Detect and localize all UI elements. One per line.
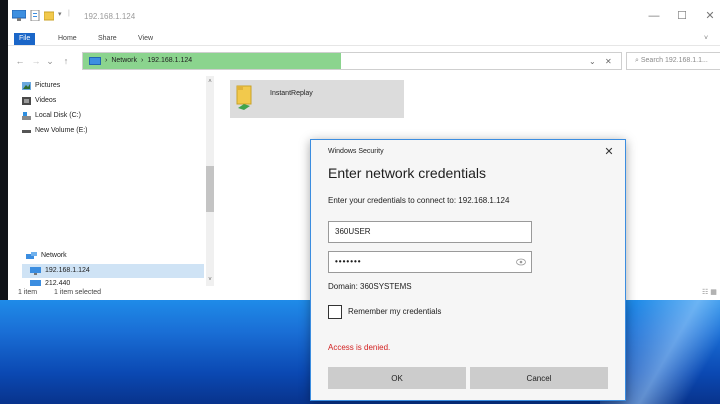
close-button[interactable]: ✕: [700, 8, 720, 24]
recent-locations-button[interactable]: ⌄: [44, 54, 56, 68]
breadcrumb-host[interactable]: 192.168.1.124: [147, 55, 192, 67]
videos-icon: [22, 97, 31, 105]
credentials-dialog: Windows Security ✕ Enter network credent…: [310, 139, 626, 401]
breadcrumb-separator: ›: [105, 57, 108, 64]
password-value: •••••••: [335, 257, 362, 266]
folder-name: InstantReplay: [270, 90, 313, 97]
tab-file[interactable]: File: [14, 33, 36, 45]
dialog-title: Windows Security: [328, 148, 384, 155]
window-title: 192.168.1.124: [84, 12, 136, 21]
network-location-icon: [89, 57, 101, 65]
back-button[interactable]: ←: [14, 54, 26, 68]
up-button[interactable]: ↑: [60, 54, 72, 68]
search-icon: ⌕: [635, 57, 639, 64]
sidebar-item-label: Local Disk (C:): [35, 112, 81, 119]
cancel-button[interactable]: Cancel: [470, 367, 608, 389]
dialog-close-button[interactable]: ✕: [601, 144, 617, 160]
reveal-password-icon[interactable]: [516, 258, 526, 266]
error-message: Access is denied.: [328, 343, 391, 352]
sidebar-item-pictures[interactable]: Pictures: [22, 80, 60, 92]
sidebar-item-local-disk[interactable]: Local Disk (C:): [22, 110, 81, 122]
navigation-pane: Pictures Videos Local Disk (C:) New Volu…: [8, 76, 214, 287]
item-count: 1 item: [18, 289, 38, 296]
breadcrumb: › Network › 192.168.1.124: [89, 55, 192, 67]
view-mode-icon[interactable]: ☷ ▦: [702, 286, 717, 300]
minimize-button[interactable]: —: [644, 8, 664, 24]
dialog-heading: Enter network credentials: [328, 165, 486, 181]
ribbon-tabs: File Home Share View ˅: [8, 32, 720, 46]
address-bar[interactable]: › Network › 192.168.1.124 ⌄ ✕: [82, 52, 622, 70]
dialog-instruction: Enter your credentials to connect to: 19…: [328, 196, 510, 205]
sidebar-item-new-volume[interactable]: New Volume (E:): [22, 125, 88, 137]
username-field[interactable]: 360USER: [328, 221, 532, 243]
customize-quick-access-icon[interactable]: ▾: [58, 10, 62, 21]
nav-scrollbar[interactable]: ˄ ˅: [206, 76, 214, 286]
pictures-icon: [22, 82, 31, 90]
tab-home[interactable]: Home: [52, 33, 83, 45]
scroll-up-icon[interactable]: ˄: [206, 78, 214, 86]
password-field[interactable]: •••••••: [328, 251, 532, 273]
address-dropdown-button[interactable]: ⌄: [589, 56, 596, 68]
forward-button[interactable]: →: [30, 54, 42, 68]
scroll-thumb[interactable]: [206, 166, 214, 212]
sidebar-item-label: Pictures: [35, 82, 61, 89]
tab-share[interactable]: Share: [92, 33, 123, 45]
properties-icon[interactable]: [30, 10, 40, 21]
computer-icon: [30, 267, 41, 275]
search-placeholder: Search 192.168.1.1...: [640, 57, 708, 64]
selection-count: 1 item selected: [54, 289, 102, 296]
this-pc-icon: [12, 10, 26, 21]
remember-credentials-label[interactable]: Remember my credentials: [348, 307, 441, 316]
scroll-down-icon[interactable]: ˅: [206, 276, 214, 284]
maximize-button[interactable]: ☐: [672, 8, 692, 24]
local-disk-icon: [22, 112, 31, 120]
network-icon: [26, 252, 37, 259]
expand-ribbon-icon[interactable]: ˅: [698, 33, 714, 45]
title-bar: ▾ | 192.168.1.124 — ☐ ✕: [8, 0, 720, 32]
sidebar-item-host[interactable]: 192.168.1.124: [30, 265, 90, 277]
sidebar-item-label: New Volume (E:): [35, 127, 88, 134]
address-clear-button[interactable]: ✕: [605, 56, 612, 68]
folder-item[interactable]: InstantReplay: [230, 80, 404, 118]
breadcrumb-separator: ›: [141, 57, 144, 64]
ok-button[interactable]: OK: [328, 367, 466, 389]
shared-folder-icon: [236, 85, 252, 110]
sidebar-item-network[interactable]: Network: [26, 250, 67, 262]
address-row: ← → ⌄ ↑ › Network › 192.168.1.124 ⌄ ✕ ⌕ …: [8, 49, 720, 73]
sidebar-item-label: Videos: [35, 97, 57, 104]
drive-icon: [22, 130, 31, 133]
domain-label: Domain: 360SYSTEMS: [328, 282, 412, 291]
breadcrumb-network[interactable]: Network: [111, 55, 137, 67]
sidebar-item-label: 192.168.1.124: [45, 267, 90, 274]
search-input[interactable]: ⌕ Search 192.168.1.1...: [626, 52, 720, 70]
title-separator: |: [68, 10, 70, 17]
new-folder-icon[interactable]: [44, 10, 54, 21]
remember-credentials-checkbox[interactable]: [328, 305, 342, 319]
sidebar-item-videos[interactable]: Videos: [22, 95, 56, 107]
sidebar-item-label: Network: [41, 252, 67, 259]
tab-view[interactable]: View: [132, 33, 159, 45]
